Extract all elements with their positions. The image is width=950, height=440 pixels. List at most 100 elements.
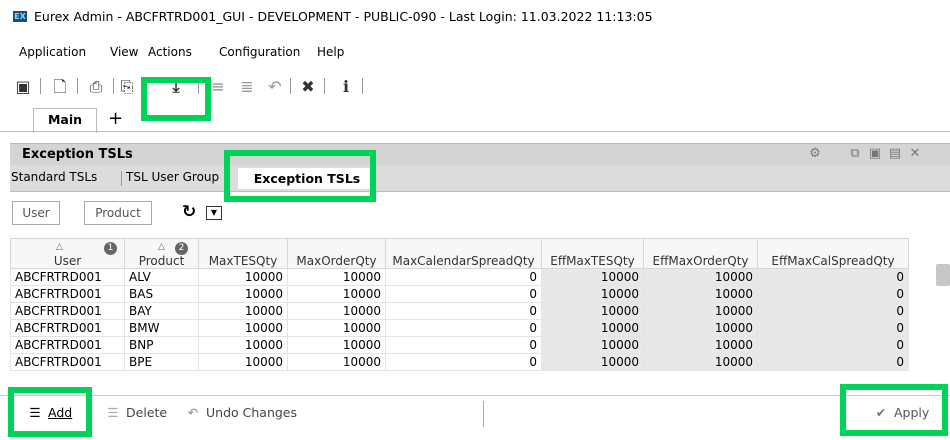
- table-cell[interactable]: 10000: [643, 285, 758, 303]
- column-header-effmaxtesqty[interactable]: EffMaxTESQty: [541, 238, 644, 269]
- table-cell[interactable]: ABCFRTRD001: [10, 353, 125, 371]
- table-cell[interactable]: 10000: [541, 353, 644, 371]
- refresh-icon[interactable]: ↻: [182, 202, 196, 222]
- column-header-effmaxcalspreadqty[interactable]: EffMaxCalSpreadQty: [757, 238, 909, 269]
- table-cell[interactable]: 10000: [198, 353, 288, 371]
- table-cell[interactable]: 10000: [198, 268, 288, 286]
- table-cell[interactable]: 10000: [287, 285, 386, 303]
- dropdown-arrow-icon[interactable]: ▼: [206, 206, 222, 220]
- table-cell[interactable]: 0: [757, 353, 909, 371]
- table-row[interactable]: ABCFRTRD001 BMW 10000 10000 0 10000 10000 0: [10, 319, 909, 337]
- settings-gear-icon[interactable]: ⚙: [808, 147, 822, 161]
- table-cell[interactable]: BAS: [124, 285, 199, 303]
- table-cell[interactable]: 0: [385, 336, 542, 354]
- table-cell[interactable]: 0: [385, 302, 542, 320]
- delete-list-icon: ☰: [107, 405, 119, 420]
- print-icon[interactable]: ⎙: [86, 77, 106, 97]
- table-row[interactable]: ABCFRTRD001 BAY 10000 10000 0 10000 10000 0: [10, 302, 909, 320]
- tools-icon[interactable]: ✖: [298, 77, 318, 97]
- vertical-scrollbar-thumb[interactable]: [936, 264, 950, 286]
- table-cell[interactable]: BMW: [124, 319, 199, 337]
- table-row[interactable]: ABCFRTRD001 BPE 10000 10000 0 10000 10000 0: [10, 353, 909, 371]
- info-icon[interactable]: i: [336, 77, 356, 97]
- menu-view[interactable]: View: [110, 45, 138, 59]
- table-cell[interactable]: 0: [757, 302, 909, 320]
- subtab-strip: Standard TSLs TSL User Group Exception T…: [10, 165, 950, 192]
- tab-main[interactable]: Main: [33, 108, 97, 133]
- table-cell[interactable]: 10000: [287, 302, 386, 320]
- maximize-icon[interactable]: ▣: [868, 147, 882, 161]
- user-filter-button[interactable]: User: [12, 201, 60, 225]
- table-cell[interactable]: 10000: [643, 302, 758, 320]
- column-header-maxtesqty[interactable]: MaxTESQty: [198, 238, 288, 269]
- table-cell[interactable]: 0: [757, 268, 909, 286]
- table-cell[interactable]: 10000: [287, 336, 386, 354]
- table-cell[interactable]: 10000: [541, 268, 644, 286]
- table-row[interactable]: ABCFRTRD001 ALV 10000 10000 0 10000 10000 0: [10, 268, 909, 286]
- table-cell[interactable]: 10000: [643, 353, 758, 371]
- table-row[interactable]: ABCFRTRD001 BAS 10000 10000 0 10000 10000 0: [10, 285, 909, 303]
- column-header-maxorderqty[interactable]: MaxOrderQty: [287, 238, 386, 269]
- table-cell[interactable]: 10000: [643, 268, 758, 286]
- toolbar-separator: [362, 78, 363, 94]
- table-cell[interactable]: 0: [757, 319, 909, 337]
- table-cell[interactable]: ABCFRTRD001: [10, 268, 125, 286]
- detach-icon[interactable]: ▤: [888, 147, 902, 161]
- table-cell[interactable]: ABCFRTRD001: [10, 302, 125, 320]
- product-filter-button[interactable]: Product: [84, 201, 152, 225]
- table-cell[interactable]: 10000: [643, 336, 758, 354]
- subtab-standard-tsls[interactable]: Standard TSLs: [11, 170, 97, 184]
- delete-button[interactable]: ☰ Delete: [104, 405, 167, 420]
- menu-actions[interactable]: Actions: [148, 45, 192, 59]
- undo-changes-button[interactable]: ↶ Undo Changes: [184, 405, 297, 420]
- subtab-tsl-user-group[interactable]: TSL User Group: [126, 170, 234, 184]
- add-tab-button[interactable]: +: [108, 108, 123, 130]
- action-bar: ☰ Add ☰ Delete ↶ Undo Changes ✔ Apply: [0, 395, 950, 434]
- table-cell[interactable]: BNP: [124, 336, 199, 354]
- table-cell[interactable]: 0: [757, 336, 909, 354]
- table-cell[interactable]: 10000: [541, 319, 644, 337]
- table-cell[interactable]: 0: [385, 353, 542, 371]
- list-icon[interactable]: ≡: [208, 77, 228, 97]
- column-header-user[interactable]: △ 1 User: [10, 238, 125, 269]
- close-icon[interactable]: ✕: [908, 147, 922, 161]
- highlight-box-download: [141, 77, 211, 121]
- table-cell[interactable]: 10000: [198, 319, 288, 337]
- table-cell[interactable]: 10000: [198, 336, 288, 354]
- app-logo: EX: [13, 11, 27, 22]
- table-cell[interactable]: 10000: [541, 336, 644, 354]
- table-cell[interactable]: ALV: [124, 268, 199, 286]
- list-indent-icon[interactable]: ≣: [237, 77, 257, 97]
- menu-configuration[interactable]: Configuration: [219, 45, 300, 59]
- new-document-icon[interactable]: 🗋: [50, 77, 70, 97]
- exit-icon[interactable]: ▣: [13, 77, 33, 97]
- table-cell[interactable]: BAY: [124, 302, 199, 320]
- table-cell[interactable]: 10000: [287, 268, 386, 286]
- table-cell[interactable]: 0: [385, 285, 542, 303]
- undo-icon[interactable]: ↶: [265, 77, 285, 97]
- table-row[interactable]: ABCFRTRD001 BNP 10000 10000 0 10000 10000 0: [10, 336, 909, 354]
- table-cell[interactable]: 10000: [198, 285, 288, 303]
- column-header-effmaxorderqty[interactable]: EffMaxOrderQty: [643, 238, 758, 269]
- menu-application[interactable]: Application: [19, 45, 86, 59]
- table-cell[interactable]: ABCFRTRD001: [10, 319, 125, 337]
- table-cell[interactable]: ABCFRTRD001: [10, 285, 125, 303]
- column-header-maxcalendarspreadqty[interactable]: MaxCalendarSpreadQty: [385, 238, 542, 269]
- table-cell[interactable]: BPE: [124, 353, 199, 371]
- column-header-product[interactable]: △ 2 Product: [124, 238, 199, 269]
- table-cell[interactable]: 10000: [643, 319, 758, 337]
- table-cell[interactable]: 10000: [541, 285, 644, 303]
- table-cell[interactable]: ABCFRTRD001: [10, 336, 125, 354]
- table-cell[interactable]: 10000: [198, 302, 288, 320]
- export-icon[interactable]: ⎘: [120, 77, 134, 97]
- table-cell[interactable]: 10000: [541, 302, 644, 320]
- table-cell[interactable]: 0: [385, 319, 542, 337]
- table-cell[interactable]: 10000: [287, 353, 386, 371]
- restore-window-icon[interactable]: ⧉: [848, 147, 862, 161]
- column-label: User: [53, 254, 82, 268]
- window-title: Eurex Admin - ABCFRTRD001_GUI - DEVELOPM…: [34, 9, 653, 24]
- table-cell[interactable]: 10000: [287, 319, 386, 337]
- table-cell[interactable]: 0: [385, 268, 542, 286]
- table-cell[interactable]: 0: [757, 285, 909, 303]
- menu-help[interactable]: Help: [317, 45, 344, 59]
